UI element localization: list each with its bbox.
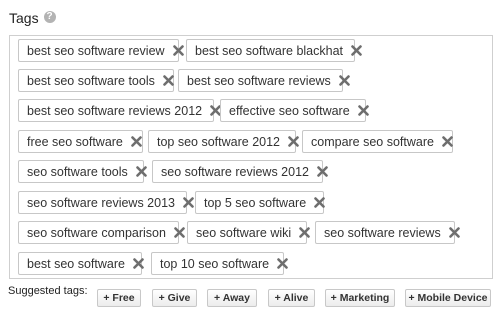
remove-tag-icon[interactable] <box>163 75 174 86</box>
tags-title: Tags <box>9 10 39 26</box>
tag-item: best seo software <box>18 252 144 275</box>
tag-label: effective seo software <box>229 103 350 118</box>
suggested-tags-label: Suggested tags: <box>8 285 88 297</box>
tag-label: seo software reviews 2013 <box>27 195 175 210</box>
suggested-tag-alive-button[interactable]: + Alive <box>268 289 315 307</box>
tag-item: best seo software review <box>18 39 184 62</box>
remove-tag-icon[interactable] <box>131 136 142 147</box>
tag-item: top 5 seo software <box>195 191 325 214</box>
tag-label: free seo software <box>27 134 123 149</box>
remove-tag-icon[interactable] <box>357 105 369 116</box>
tag-label: top 10 seo software <box>160 256 270 271</box>
remove-tag-icon[interactable] <box>133 258 144 269</box>
remove-tag-icon[interactable] <box>442 136 453 147</box>
remove-tag-icon[interactable] <box>339 75 350 86</box>
tag-label: seo software reviews 2012 <box>161 164 309 179</box>
tag-item: top seo software 2012 <box>148 130 299 153</box>
tag-item: seo software comparison <box>18 221 185 244</box>
tag-label: best seo software review <box>27 43 165 58</box>
tag-item: top 10 seo software <box>151 252 288 275</box>
remove-tag-icon[interactable] <box>317 166 328 177</box>
suggested-tag-free-button[interactable]: + Free <box>97 289 141 307</box>
tags-header: Tags ? <box>9 8 56 28</box>
tags-box[interactable]: best seo software review best seo softwa… <box>9 35 493 279</box>
tag-item: effective seo software <box>220 99 369 122</box>
tag-label: top seo software 2012 <box>157 134 280 149</box>
tag-item: seo software reviews 2012 <box>152 160 328 183</box>
remove-tag-icon[interactable] <box>135 166 147 177</box>
remove-tag-icon[interactable] <box>288 136 299 147</box>
help-icon[interactable]: ? <box>43 10 56 23</box>
tag-label: best seo software reviews <box>187 73 331 88</box>
remove-tag-icon[interactable] <box>314 197 325 208</box>
remove-tag-icon[interactable] <box>183 197 194 208</box>
tag-label: seo software wiki <box>196 225 292 240</box>
remove-tag-icon[interactable] <box>448 227 460 238</box>
tag-label: best seo software blackhat <box>195 43 343 58</box>
tag-label: best seo software tools <box>27 73 155 88</box>
tag-item: seo software reviews 2013 <box>18 191 194 214</box>
tag-item: seo software tools <box>18 160 147 183</box>
remove-tag-icon[interactable] <box>174 227 185 238</box>
tag-item: seo software wiki <box>187 221 310 244</box>
tag-label: seo software comparison <box>27 225 166 240</box>
tag-label: best seo software reviews 2012 <box>27 103 203 118</box>
tag-item: seo software reviews <box>315 221 460 244</box>
tag-item: compare seo software <box>302 130 453 153</box>
tag-label: seo software reviews <box>324 225 441 240</box>
tag-item: best seo software blackhat <box>186 39 362 62</box>
tag-item: best seo software reviews <box>178 69 350 92</box>
suggested-tag-marketing-button[interactable]: + Marketing <box>325 289 395 307</box>
remove-tag-icon[interactable] <box>172 45 184 56</box>
tag-item: free seo software <box>18 130 143 153</box>
remove-tag-icon[interactable] <box>277 258 288 269</box>
suggested-tag-away-button[interactable]: + Away <box>207 289 257 307</box>
remove-tag-icon[interactable] <box>299 227 310 238</box>
tag-item: best seo software reviews 2012 <box>18 99 221 122</box>
tag-label: seo software tools <box>27 164 128 179</box>
suggested-tag-mobile-device-button[interactable]: + Mobile Device <box>405 289 491 307</box>
remove-tag-icon[interactable] <box>351 45 362 56</box>
tag-item: best seo software tools <box>18 69 174 92</box>
tag-label: best seo software <box>27 256 125 271</box>
suggested-tag-give-button[interactable]: + Give <box>152 289 197 307</box>
tag-label: compare seo software <box>311 134 434 149</box>
tag-label: top 5 seo software <box>204 195 307 210</box>
